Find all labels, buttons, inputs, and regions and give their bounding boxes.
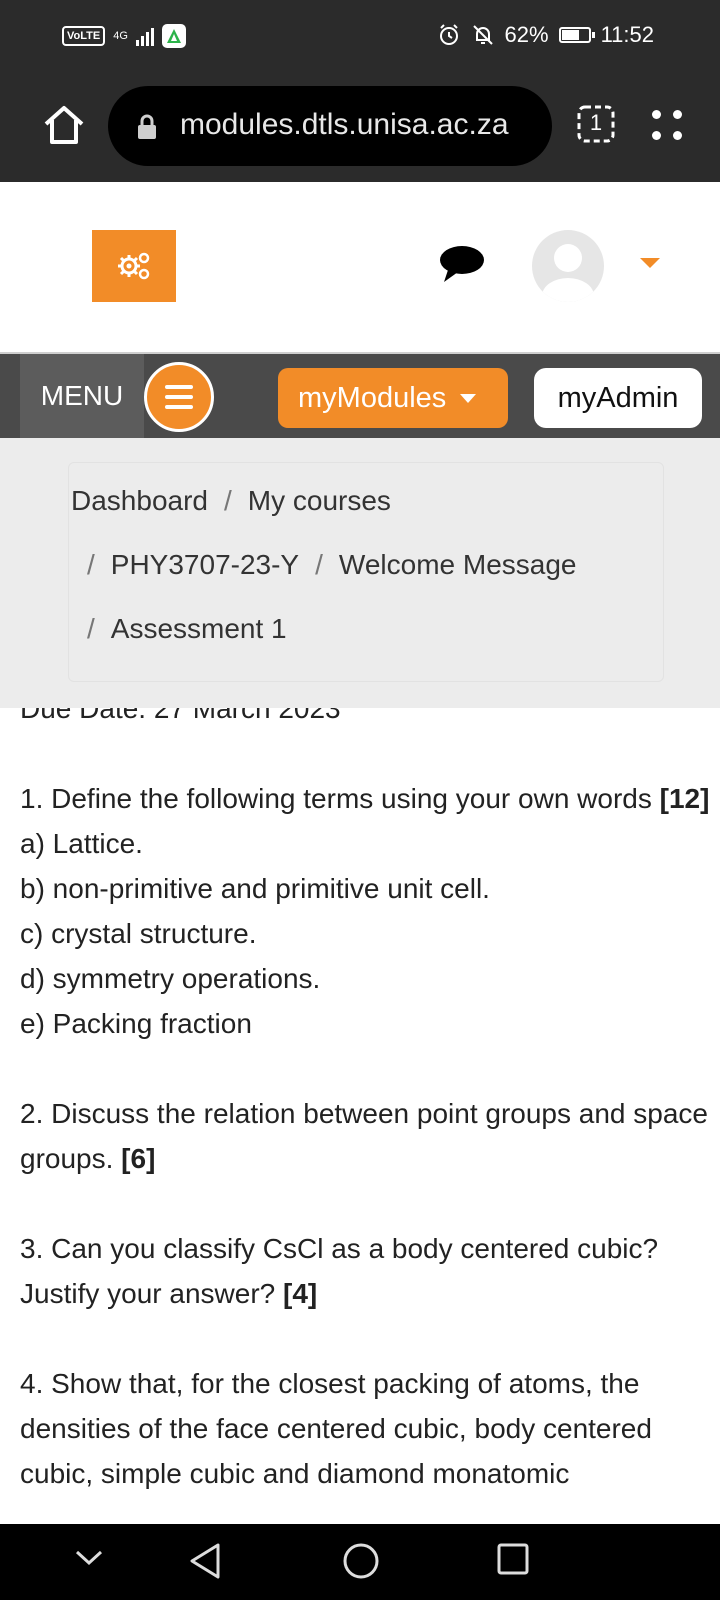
breadcrumb-course[interactable]: PHY3707-23-Y — [111, 549, 299, 580]
hamburger-icon[interactable] — [144, 362, 214, 432]
home-icon[interactable] — [40, 102, 88, 148]
question-2: 2. Discuss the relation between point gr… — [20, 1098, 708, 1174]
status-right: 62% 11:52 — [437, 22, 654, 48]
mute-icon — [472, 25, 493, 45]
breadcrumb-separator: / — [223, 485, 232, 516]
battery-icon — [558, 27, 595, 43]
question-1-marks: [12] — [659, 783, 710, 814]
clock: 11:52 — [600, 22, 654, 47]
question-1-item-e: e) Packing fraction — [20, 1008, 252, 1039]
breadcrumb-region: Dashboard / My courses / PHY3707-23-Y / Welco… — [0, 438, 720, 708]
question-3-marks: [4] — [283, 1278, 318, 1309]
nav-bar: MENU myModules myAdmin — [0, 354, 720, 438]
chevron-down-icon[interactable] — [640, 258, 660, 268]
network-type: 4G — [113, 30, 128, 42]
chevron-down-icon[interactable] — [74, 1548, 104, 1573]
tab-switcher-icon[interactable]: 1 — [576, 104, 616, 144]
settings-gears-icon[interactable] — [92, 230, 176, 302]
breadcrumb-separator: / — [315, 549, 323, 580]
mymodules-label: myModules — [298, 381, 447, 414]
browser-chrome: VoLTE 4G 62% 11:52 modules.dtls.unisa.ac… — [0, 0, 720, 182]
more-options-icon[interactable] — [648, 106, 686, 144]
question-1-item-b: b) non-primitive and primitive unit cell… — [20, 873, 490, 904]
browser-toolbar: modules.dtls.unisa.ac.za 1 — [0, 84, 720, 166]
breadcrumb-separator: / — [87, 549, 95, 580]
url-text: modules.dtls.unisa.ac.za — [180, 108, 509, 141]
home-circle-icon[interactable] — [342, 1542, 380, 1585]
site-header — [0, 182, 720, 354]
user-avatar-icon[interactable] — [532, 230, 604, 302]
question-1-item-d: d) symmetry operations. — [20, 963, 321, 994]
lock-icon — [136, 114, 158, 145]
chevron-down-icon — [460, 393, 477, 403]
breadcrumb-separator: / — [87, 613, 95, 644]
breadcrumb-my-courses[interactable]: My courses — [248, 485, 391, 516]
system-nav-bar — [0, 1524, 720, 1600]
app-notification-icon — [161, 24, 186, 48]
breadcrumb: Dashboard / My courses / PHY3707-23-Y / Welco… — [68, 462, 664, 682]
address-bar[interactable]: modules.dtls.unisa.ac.za — [108, 86, 552, 166]
signal-icon — [135, 26, 154, 46]
chat-bubble-icon[interactable] — [438, 244, 486, 289]
assessment-content: Due Date: 27 March 2023 1. Define the fo… — [20, 686, 710, 1496]
breadcrumb-dashboard[interactable]: Dashboard — [71, 485, 208, 516]
recents-icon[interactable] — [496, 1542, 530, 1581]
question-1-item-a: a) Lattice. — [20, 828, 143, 859]
mymodules-button[interactable]: myModules — [278, 368, 508, 428]
tab-count: 1 — [589, 110, 603, 135]
question-1: 1. Define the following terms using your… — [20, 783, 710, 814]
question-2-marks: [6] — [121, 1143, 156, 1174]
status-left: VoLTE 4G — [62, 24, 186, 48]
alarm-icon — [439, 24, 458, 45]
volte-badge: VoLTE — [62, 26, 106, 46]
breadcrumb-assessment: Assessment 1 — [110, 613, 287, 644]
status-bar: VoLTE 4G 62% 11:52 — [0, 0, 720, 72]
question-4: 4. Show that, for the closest packing of… — [20, 1368, 652, 1489]
breadcrumb-welcome-message[interactable]: Welcome Message — [339, 549, 577, 580]
menu-button[interactable]: MENU — [20, 354, 144, 438]
question-3: 3. Can you classify CsCl as a body cente… — [20, 1233, 659, 1309]
back-icon[interactable] — [188, 1542, 222, 1585]
question-1-item-c: c) crystal structure. — [20, 918, 257, 949]
battery-percent: 62% — [504, 22, 549, 47]
myadmin-button[interactable]: myAdmin — [534, 368, 702, 428]
